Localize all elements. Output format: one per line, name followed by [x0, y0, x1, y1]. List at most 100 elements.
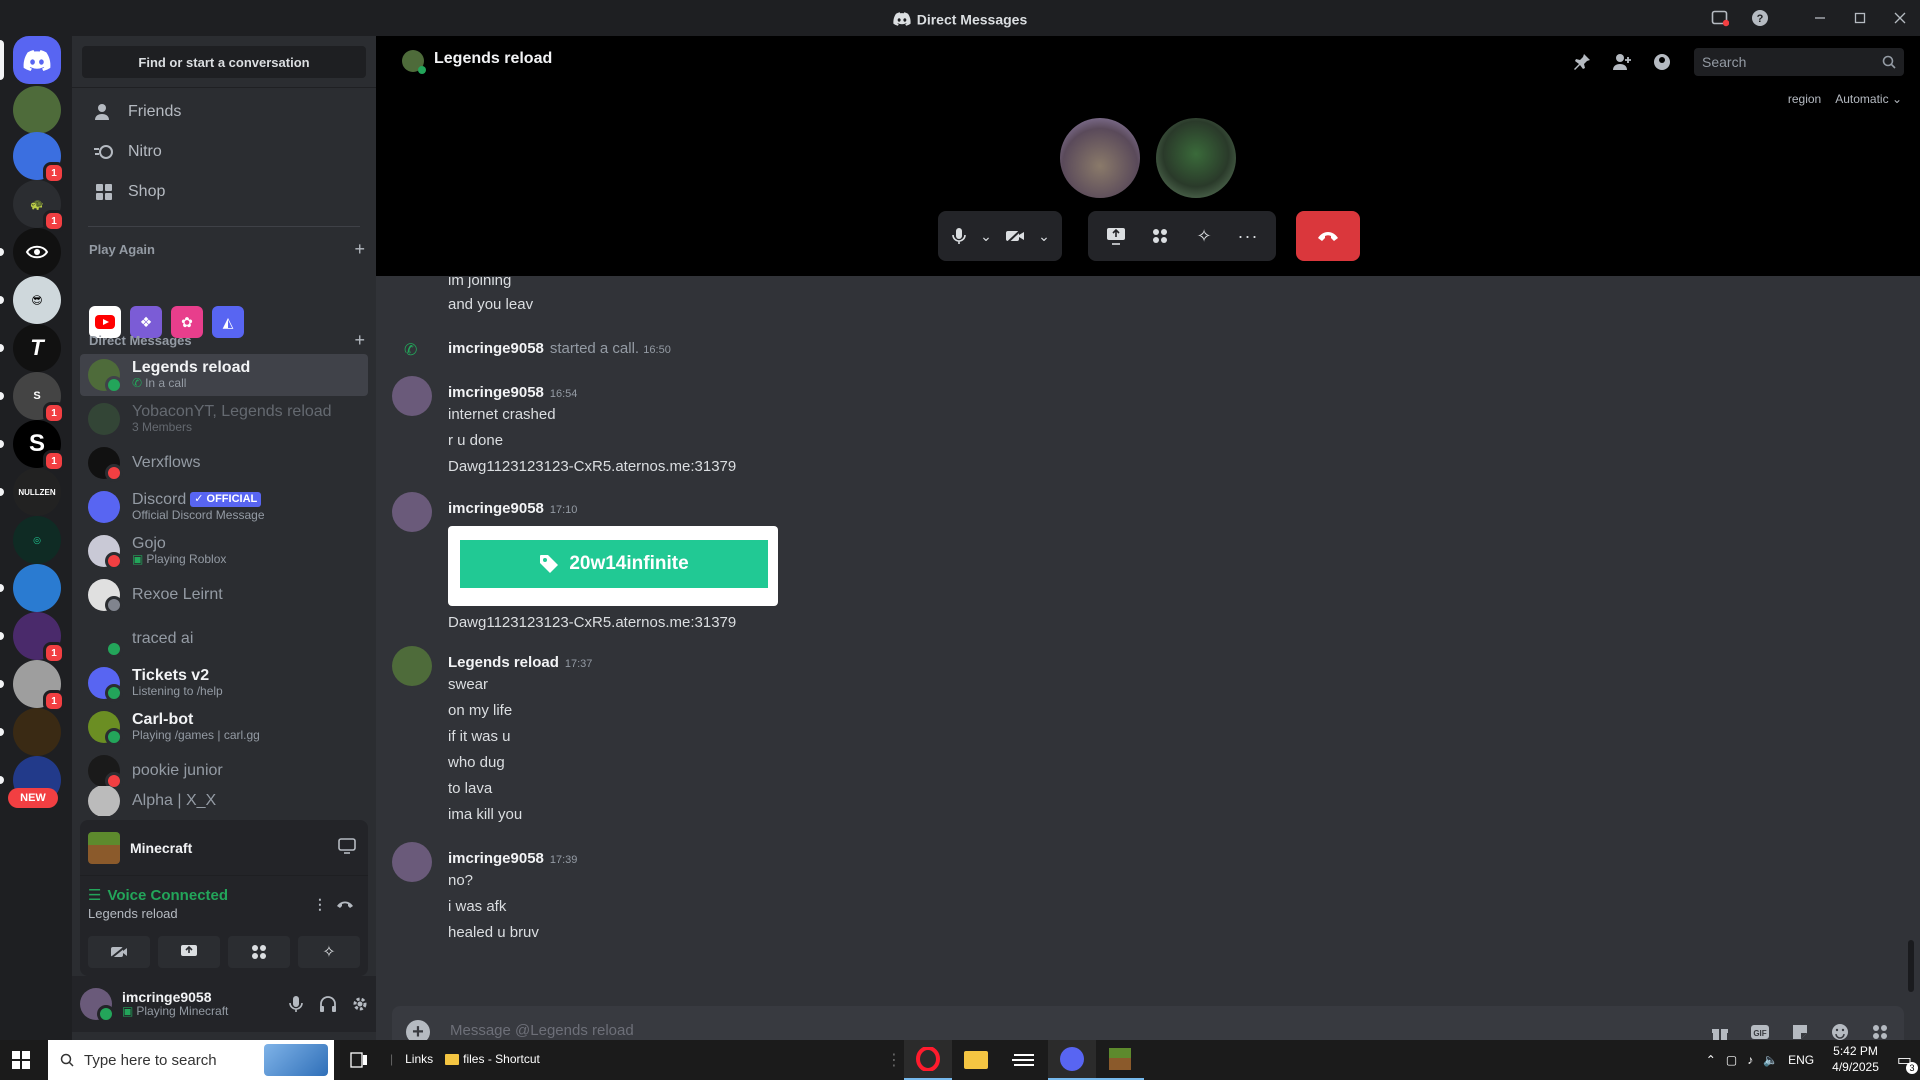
message-author[interactable]: imcringe9058 — [448, 850, 544, 867]
server-3[interactable] — [13, 228, 61, 276]
chevron-down-icon[interactable]: ⌄ — [974, 216, 998, 256]
headphones-button[interactable] — [312, 988, 344, 1020]
add-friends-icon[interactable] — [1606, 46, 1638, 78]
stream-icon[interactable] — [338, 838, 356, 854]
create-dm-icon[interactable]: + — [354, 330, 365, 351]
dm-item-gojo[interactable]: Gojo ▣ Playing Roblox — [80, 530, 368, 572]
taskbar-search[interactable]: Type here to search — [48, 1040, 334, 1080]
message-avatar[interactable] — [392, 376, 432, 416]
message-avatar[interactable] — [392, 842, 432, 882]
region-selector[interactable]: region Automatic ⌄ — [1788, 92, 1902, 106]
nav-nitro[interactable]: Nitro — [80, 132, 368, 172]
camera-off-button[interactable] — [998, 216, 1032, 256]
server-7[interactable]: S 1 — [13, 420, 65, 472]
dm-item-verxflows[interactable]: Verxflows — [80, 442, 368, 484]
more-options-icon[interactable]: ··· — [1226, 216, 1270, 256]
volume-icon[interactable]: 🔈 — [1763, 1053, 1778, 1067]
embed-button[interactable]: 20w14infinite — [460, 540, 768, 588]
chevron-down-icon[interactable]: ⌄ — [1032, 216, 1056, 256]
server-13[interactable] — [13, 708, 61, 756]
activities-button[interactable] — [228, 936, 290, 968]
nav-shop[interactable]: Shop — [80, 172, 368, 212]
message-input[interactable]: Message @Legends reload — [450, 1022, 634, 1039]
timestamp: 17:10 — [549, 504, 578, 516]
scrollbar[interactable] — [1908, 940, 1914, 992]
server-4[interactable]: 😎 — [13, 276, 61, 324]
dm-item-legends-reload[interactable]: Legends reload ✆ In a call — [80, 354, 368, 396]
plus-icon[interactable]: + — [354, 239, 365, 260]
screen-share-button[interactable] — [158, 936, 220, 968]
pin-icon[interactable] — [1566, 46, 1598, 78]
dm-item-carl-bot[interactable]: Carl-bot Playing /games | carl.gg — [80, 706, 368, 748]
taskbar-discord[interactable] — [1048, 1040, 1096, 1080]
nav-friends[interactable]: Friends — [80, 92, 368, 132]
leave-call-button[interactable] — [1296, 211, 1360, 261]
clock[interactable]: 5:42 PM 4/9/2025 — [1832, 1044, 1879, 1075]
mic-icon[interactable]: ♪ — [1747, 1053, 1753, 1067]
dm-item-group[interactable]: YobaconYT, Legends reload 3 Members — [80, 398, 368, 440]
server-2[interactable]: 🐢 1 — [13, 180, 65, 232]
minimize-button[interactable] — [1800, 0, 1840, 36]
taskbar-opera[interactable] — [904, 1040, 952, 1080]
notification-icon[interactable]: ▭ 3 — [1897, 1050, 1918, 1074]
user-avatar[interactable] — [80, 988, 115, 1023]
separator — [1780, 0, 1800, 36]
settings-gear-icon[interactable] — [344, 988, 376, 1020]
maximize-button[interactable] — [1840, 0, 1880, 36]
camera-icon[interactable]: ▢ — [1726, 1053, 1737, 1067]
dm-item-rexoe[interactable]: Rexoe Leirnt — [80, 574, 368, 616]
microphone-button[interactable] — [280, 988, 312, 1020]
server-dm-avatar[interactable] — [13, 86, 61, 134]
server-6[interactable]: S 1 — [13, 372, 65, 424]
disconnect-button[interactable] — [336, 898, 354, 910]
server-9[interactable]: ◎ — [13, 516, 61, 564]
dm-item-tickets[interactable]: Tickets v2 Listening to /help — [80, 662, 368, 704]
dm-name: traced ai — [132, 629, 194, 647]
help-icon[interactable]: ? — [1740, 0, 1780, 36]
dm-item-traced-ai[interactable]: traced ai — [80, 618, 368, 660]
timestamp: 16:54 — [549, 388, 578, 400]
language-indicator[interactable]: ENG — [1788, 1053, 1814, 1067]
message-avatar[interactable] — [392, 492, 432, 532]
server-10[interactable] — [13, 564, 61, 612]
screen-share-button[interactable] — [1094, 216, 1138, 256]
search-input[interactable]: Search — [1694, 48, 1904, 76]
dm-name: Tickets v2 — [132, 666, 210, 684]
links-toolbar[interactable]: | Links files - Shortcut — [390, 1052, 540, 1066]
task-view-icon[interactable] — [350, 1052, 368, 1068]
soundboard-button[interactable]: ✧ — [1182, 216, 1226, 256]
taskbar-minecraft[interactable] — [1096, 1040, 1144, 1080]
dm-item-discord[interactable]: Discord ✓ OFFICIAL Official Discord Messag… — [80, 486, 368, 528]
windows-start-icon[interactable] — [12, 1051, 30, 1069]
server-12[interactable]: 1 — [13, 660, 65, 712]
server-5[interactable]: T — [13, 324, 61, 372]
unread-pill — [0, 344, 4, 352]
call-event-author[interactable]: imcringe9058 — [448, 340, 544, 357]
find-conversation-button[interactable]: Find or start a conversation — [82, 46, 366, 78]
call-participant-1[interactable] — [1060, 118, 1140, 198]
home-button[interactable] — [13, 36, 61, 84]
noise-suppression-button[interactable]: ⫶ — [318, 896, 323, 917]
message-author[interactable]: Legends reload — [448, 654, 559, 671]
message-author[interactable]: imcringe9058 — [448, 500, 544, 517]
user-profile-icon[interactable] — [1646, 46, 1678, 78]
message-author[interactable]: imcringe9058 — [448, 384, 544, 401]
call-participant-2[interactable] — [1156, 118, 1236, 198]
inbox-icon[interactable] — [1700, 0, 1740, 36]
taskbar-app[interactable] — [1000, 1040, 1048, 1080]
microphone-button[interactable] — [944, 216, 974, 256]
message-avatar[interactable] — [392, 646, 432, 686]
server-8[interactable]: NULLZEN — [13, 468, 61, 516]
camera-off-button[interactable] — [88, 936, 150, 968]
soundboard-button[interactable]: ✧ — [298, 936, 360, 968]
shortcut-item[interactable]: files - Shortcut — [445, 1052, 540, 1066]
close-button[interactable] — [1880, 0, 1920, 36]
dm-item-alpha[interactable]: Alpha | X_X — [80, 786, 368, 816]
activities-button[interactable] — [1138, 216, 1182, 256]
voice-channel[interactable]: Legends reload — [88, 906, 228, 921]
chevron-up-icon[interactable]: ⌃ — [1706, 1053, 1716, 1067]
message-line: Dawg1123123123-CxR5.aternos.me:31379 — [448, 614, 737, 631]
taskbar-explorer[interactable] — [952, 1040, 1000, 1080]
server-1[interactable]: 1 — [13, 132, 65, 184]
server-11[interactable]: 1 — [13, 612, 65, 664]
